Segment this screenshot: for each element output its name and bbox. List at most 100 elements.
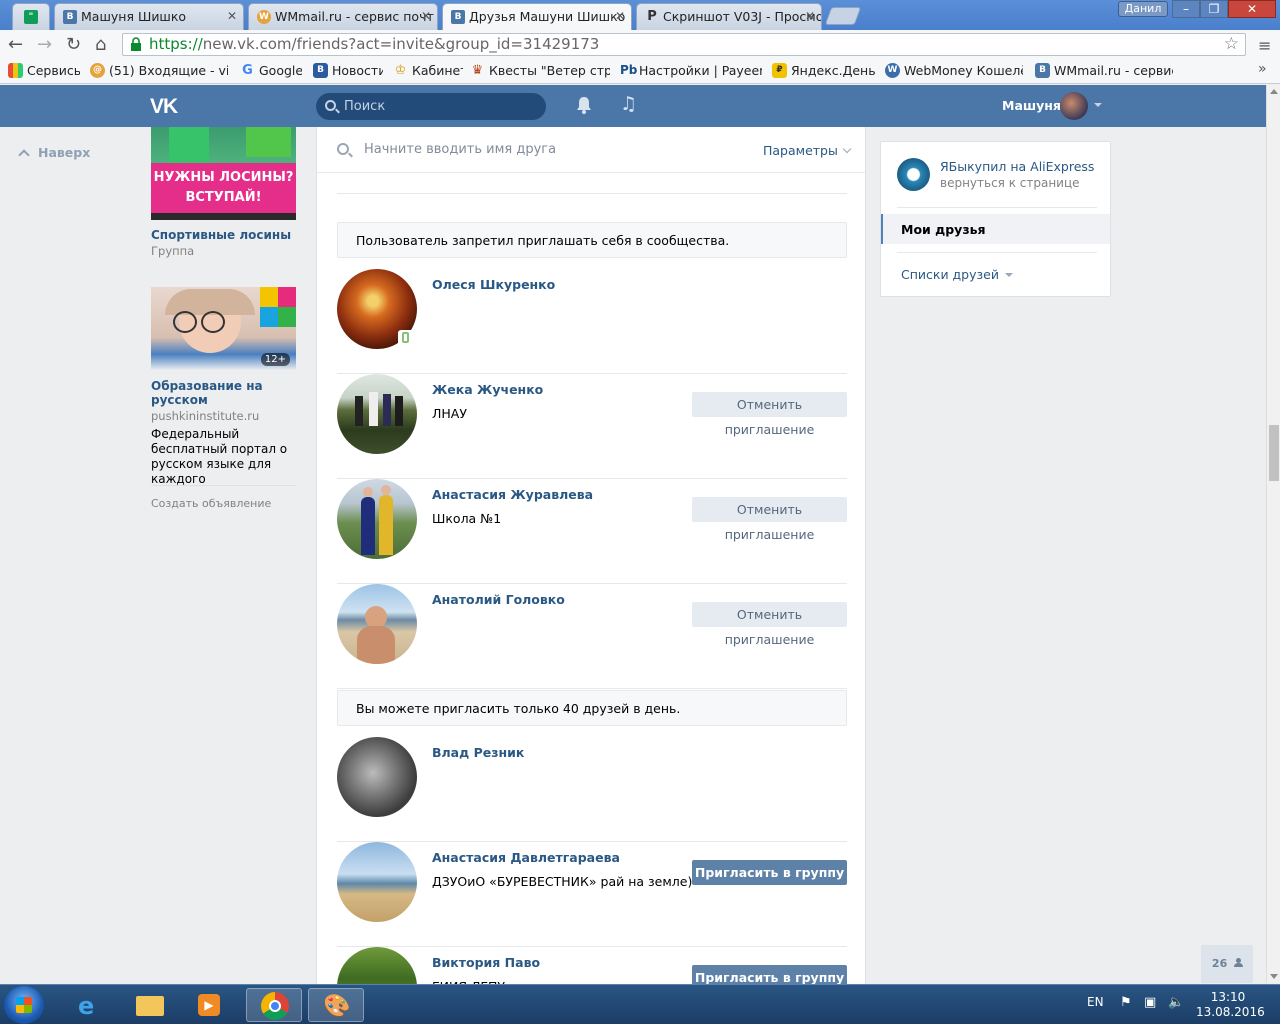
reload-icon[interactable]: ↻ xyxy=(66,34,81,55)
cancel-invite-button[interactable]: Отменить приглашение xyxy=(692,392,847,437)
clock-date: 13.08.2016 xyxy=(1196,1005,1265,1019)
tab-vk-profile[interactable]: B Машуня Шишко ✕ xyxy=(54,3,244,30)
ad-block-leggings[interactable]: НУЖНЫ ЛОСИНЫ? ВСТУПАЙ! Спортивные лосины… xyxy=(151,127,296,258)
chevron-down-icon[interactable] xyxy=(1094,103,1102,107)
bookmark-news[interactable]: B Новости xyxy=(313,63,383,78)
avatar[interactable] xyxy=(337,737,417,817)
bookmark-google[interactable]: G Google xyxy=(240,63,302,78)
online-friends-badge[interactable]: 26 xyxy=(1201,945,1253,983)
bookmark-star-icon[interactable]: ☆ xyxy=(1224,34,1239,55)
close-window-button[interactable]: ✕ xyxy=(1228,0,1276,18)
system-clock[interactable]: 13:10 13.08.2016 xyxy=(1196,990,1265,1020)
invite-to-group-button[interactable]: Пригласить в группу xyxy=(692,860,847,885)
flag-icon[interactable]: ⚑ xyxy=(1120,995,1132,1010)
window-user-badge[interactable]: Данил xyxy=(1118,1,1168,17)
divider xyxy=(337,193,847,194)
bookmark-wmmail[interactable]: B WMmail.ru - сервис п xyxy=(1035,63,1173,78)
new-tab-button[interactable] xyxy=(824,7,862,25)
ad-title[interactable]: Образование на русском xyxy=(151,379,296,407)
close-icon[interactable]: ✕ xyxy=(227,9,237,23)
ad-image[interactable]: НУЖНЫ ЛОСИНЫ? ВСТУПАЙ! xyxy=(151,127,296,220)
ad-block-education[interactable]: 12+ Образование на русском pushkininstit… xyxy=(151,287,296,487)
scroll-down-arrow-icon[interactable] xyxy=(1270,974,1278,979)
bell-icon[interactable] xyxy=(576,96,592,114)
taskbar-media-player[interactable]: ▶ xyxy=(182,988,238,1022)
friend-row: Виктория Паво ГИИЯ ЛГПУ Пригласить в гру… xyxy=(337,947,847,987)
friend-name[interactable]: Олеся Шкуренко xyxy=(432,277,555,292)
language-indicator[interactable]: EN xyxy=(1087,995,1104,1009)
url-input[interactable]: https://new.vk.com/friends?act=invite&gr… xyxy=(122,33,1246,56)
ad-description: Федеральный бесплатный портал о русском … xyxy=(151,427,288,486)
avatar[interactable] xyxy=(337,479,417,559)
maximize-button[interactable]: ❐ xyxy=(1200,0,1228,18)
ad-title[interactable]: Спортивные лосины xyxy=(151,228,296,242)
tab-vk-friends[interactable]: B Друзья Машуни Шишко ✕ xyxy=(442,3,632,31)
internet-explorer-icon: e xyxy=(78,992,95,1020)
friend-name[interactable]: Анастасия Давлетгараева xyxy=(432,850,620,865)
taskbar-paint[interactable]: 🎨 xyxy=(308,988,364,1022)
browser-menu-icon[interactable]: ≡ xyxy=(1258,36,1271,55)
group-avatar[interactable] xyxy=(897,158,930,191)
taskbar-explorer[interactable] xyxy=(122,988,178,1022)
ad-domain[interactable]: pushkininstitute.ru xyxy=(151,409,296,423)
tab-screenshot[interactable]: P Скриншот V03J - Просмо ✕ xyxy=(636,3,822,30)
up-label: Наверх xyxy=(38,145,91,160)
group-name-link[interactable]: ЯБыкупил на AliExpress xyxy=(940,159,1094,174)
friend-row: Анастасия Журавлева Школа №1 Отменить пр… xyxy=(337,479,847,584)
bookmark-inbox[interactable]: @ (51) Входящие - vikto xyxy=(90,63,228,78)
taskbar-ie[interactable]: e xyxy=(62,988,118,1022)
cancel-invite-button[interactable]: Отменить приглашение xyxy=(692,497,847,542)
close-icon[interactable]: ✕ xyxy=(615,9,625,23)
mobile-online-icon xyxy=(398,330,414,346)
clock-time: 13:10 xyxy=(1210,990,1246,1004)
cancel-invite-button[interactable]: Отменить приглашение xyxy=(692,602,847,647)
user-name[interactable]: Машуня xyxy=(1002,98,1061,113)
taskbar-chrome[interactable] xyxy=(246,988,302,1022)
music-icon[interactable]: ♫ xyxy=(620,93,637,115)
bookmark-webmoney[interactable]: W WebMoney Кошелёк xyxy=(885,63,1023,78)
volume-icon[interactable]: 🔈 xyxy=(1168,995,1184,1010)
forward-icon[interactable]: → xyxy=(37,34,52,55)
bookmark-cabinet[interactable]: ♔ Кабинет xyxy=(393,63,463,78)
friend-lists-dropdown[interactable]: Списки друзей xyxy=(901,267,1013,282)
friend-search-input[interactable]: Начните вводить имя друга xyxy=(364,142,556,157)
minimize-button[interactable]: – xyxy=(1172,0,1200,18)
vk-icon: B xyxy=(63,10,77,24)
bookmark-payeer[interactable]: Pb Настройки | Payeer® xyxy=(620,63,762,78)
google-icon: G xyxy=(242,63,253,78)
nav-my-friends[interactable]: Мои друзья xyxy=(881,214,1110,244)
params-dropdown[interactable]: Параметры xyxy=(763,143,852,158)
more-bookmarks-icon[interactable]: » xyxy=(1258,61,1267,77)
scrollbar-thumb[interactable] xyxy=(1269,425,1279,481)
home-icon[interactable]: ⌂ xyxy=(95,34,106,55)
ad-image[interactable]: 12+ xyxy=(151,287,296,371)
vk-search-input[interactable]: Поиск xyxy=(316,93,546,120)
back-to-page-link[interactable]: вернуться к странице xyxy=(940,176,1080,190)
friend-name[interactable]: Анастасия Журавлева xyxy=(432,487,593,502)
bookmark-quests[interactable]: ♛ Квесты "Ветер стран xyxy=(470,63,610,78)
bookmark-yandex-money[interactable]: ₽ Яндекс.Деньги xyxy=(772,63,876,78)
avatar[interactable] xyxy=(337,947,417,987)
page-scrollbar[interactable] xyxy=(1266,85,1280,983)
avatar[interactable] xyxy=(337,584,417,664)
network-icon[interactable]: ▣ xyxy=(1144,995,1156,1010)
friend-name[interactable]: Виктория Паво xyxy=(432,955,540,970)
avatar[interactable] xyxy=(337,374,417,454)
scroll-up-arrow-icon[interactable] xyxy=(1270,89,1278,94)
avatar[interactable] xyxy=(337,842,417,922)
scroll-up-button[interactable]: Наверх xyxy=(18,145,91,161)
webmoney-icon: W xyxy=(885,63,900,78)
create-ad-link[interactable]: Создать объявление xyxy=(151,497,271,510)
friend-name[interactable]: Анатолий Головко xyxy=(432,592,565,607)
avatar[interactable] xyxy=(1060,92,1088,120)
start-button[interactable] xyxy=(4,986,44,1024)
friend-name[interactable]: Влад Резник xyxy=(432,745,524,760)
friend-name[interactable]: Жека Жученко xyxy=(432,382,543,397)
close-icon[interactable]: ✕ xyxy=(805,9,815,23)
tab-hangouts[interactable]: " xyxy=(12,3,50,30)
tab-wmmail[interactable]: W WMmail.ru - сервис почт ✕ xyxy=(248,3,438,30)
close-icon[interactable]: ✕ xyxy=(421,9,431,23)
back-icon[interactable]: ← xyxy=(8,34,23,55)
bookmark-services[interactable]: Сервисы xyxy=(8,63,80,78)
vk-logo[interactable]: VK xyxy=(150,95,178,119)
